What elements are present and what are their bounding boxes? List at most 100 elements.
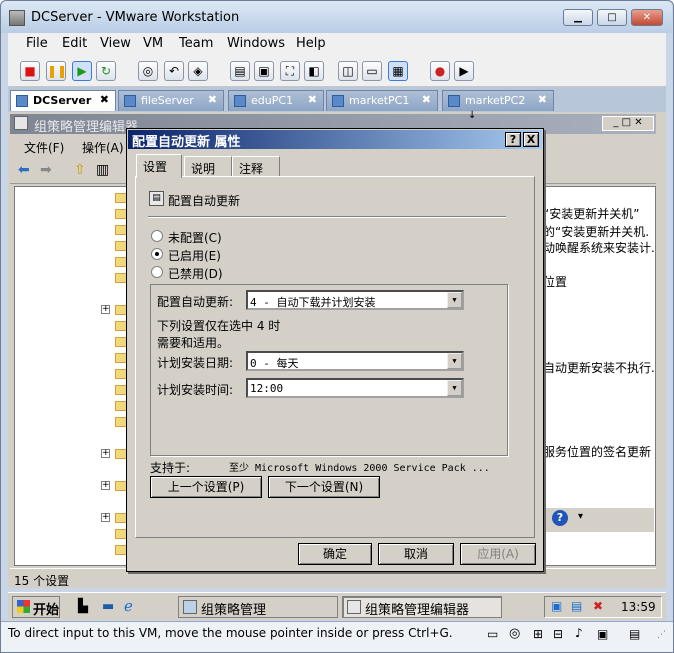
cancel-button[interactable]: 取消 [378, 543, 454, 565]
suspend-icon[interactable]: ❚❚ [46, 61, 67, 81]
taskbar-item-gpe[interactable]: 组策略管理编辑器 [342, 596, 502, 618]
menu-edit[interactable]: Edit [62, 36, 87, 51]
menu-windows[interactable]: Windows [227, 36, 285, 51]
clock[interactable]: 13:59 [621, 600, 656, 614]
tab-close-icon[interactable]: ✖ [208, 93, 217, 106]
unity-icon[interactable]: ◧ [304, 61, 324, 81]
cdrom-icon[interactable]: ◎ [509, 626, 520, 641]
menu-vm[interactable]: VM [143, 36, 163, 51]
record-icon[interactable]: ● [430, 61, 450, 81]
chevron-down-icon: ▼ [447, 292, 462, 308]
replay-icon[interactable]: ▶ [454, 61, 474, 81]
show-tree-icon[interactable]: ▥ [96, 162, 109, 178]
tab-marketpc1[interactable]: marketPC1 ✖ [326, 90, 438, 111]
summary-view-icon[interactable]: ▭ [362, 61, 382, 81]
install-day-dropdown[interactable]: 0 - 每天 ▼ [246, 351, 464, 371]
tab-dcserver[interactable]: DCServer ✖ [10, 90, 116, 111]
expand-icon[interactable]: + [101, 305, 110, 314]
hdd-icon[interactable]: ▭ [487, 627, 498, 641]
reset-icon[interactable]: ↻ [96, 61, 116, 81]
tab-close-icon[interactable]: ✖ [100, 93, 109, 106]
radio-label: 未配置(C) [168, 231, 222, 245]
previous-setting-button[interactable]: 上一个设置(P) [150, 476, 262, 498]
menu-help[interactable]: Help [296, 36, 326, 51]
power-on-icon[interactable]: ▶ [72, 61, 92, 81]
console-view-icon[interactable]: ◫ [338, 61, 358, 81]
network-icon[interactable]: ▣ [551, 599, 562, 613]
apply-button[interactable]: 应用(A) [460, 543, 536, 565]
chevron-down-icon[interactable]: ▾ [578, 511, 583, 522]
tab-label: 注释 [239, 162, 264, 176]
radio-disabled[interactable] [151, 266, 163, 278]
tab-description[interactable]: 说明 [184, 156, 232, 178]
tab-fileserver[interactable]: fileServer ✖ [118, 90, 224, 111]
volume-mute-icon[interactable]: ✖ [593, 599, 603, 613]
gpe-icon [347, 600, 361, 614]
gpe-window-buttons[interactable]: _ □ ✕ [602, 116, 654, 131]
tab-close-icon[interactable]: ✖ [422, 93, 431, 106]
tab-label: DCServer [33, 94, 92, 107]
dropdown-value: 0 - 每天 [250, 357, 299, 370]
setting-text: 位置 [543, 275, 568, 289]
usb-icon[interactable]: ⊟ [553, 627, 563, 641]
vm-view-icon[interactable]: ▦ [388, 61, 408, 81]
ie-icon[interactable]: ℯ [124, 597, 133, 615]
network-adapter-icon[interactable]: ⊞ [533, 627, 543, 641]
menu-view[interactable]: View [100, 36, 131, 51]
quick-switch-icon[interactable]: ▣ [254, 61, 274, 81]
install-time-dropdown[interactable]: 12:00 ▼ [246, 378, 464, 398]
revert-snapshot-icon[interactable]: ↶ [164, 61, 184, 81]
powershell-icon[interactable]: ▬ [102, 599, 114, 614]
tab-close-icon[interactable]: ✖ [308, 93, 317, 106]
dialog-help-button[interactable]: ? [505, 132, 521, 147]
show-sidebar-icon[interactable]: ▤ [230, 61, 250, 81]
setting-text: “安装更新并关机” [543, 207, 640, 221]
message-icon[interactable]: ▤ [629, 627, 640, 641]
monitor-icon[interactable]: ▤ [571, 599, 582, 613]
gpe-tree-pane[interactable]: + + + + [14, 186, 134, 566]
gpe-menu-action[interactable]: 操作(A) [82, 139, 124, 156]
maximize-button[interactable]: □ [597, 9, 627, 26]
fullscreen-icon[interactable]: ⛶ [280, 61, 300, 81]
taskbar-item-gpm[interactable]: 组策略管理 [178, 596, 338, 618]
install-day-label: 计划安装日期: [157, 356, 234, 370]
minimize-button[interactable]: ▁ [563, 9, 593, 26]
server-manager-icon[interactable]: ▙ [78, 599, 88, 614]
tab-close-icon[interactable]: ✖ [538, 93, 547, 106]
window-title: DCServer - VMware Workstation [31, 10, 240, 25]
expand-icon[interactable]: + [101, 449, 110, 458]
expand-icon[interactable]: + [101, 513, 110, 522]
tab-label: marketPC2 [465, 94, 526, 107]
gpe-menu-file[interactable]: 文件(F) [24, 139, 64, 156]
gpm-icon [183, 600, 197, 614]
up-folder-icon[interactable]: ⇧ [74, 162, 86, 178]
setting-text: 服务位置的签名更新 [543, 445, 652, 459]
menu-file[interactable]: File [26, 36, 48, 51]
radio-not-configured[interactable] [151, 230, 163, 242]
configure-dropdown[interactable]: 4 - 自动下载并计划安装 ▼ [246, 290, 464, 310]
resize-grip-icon[interactable]: ⋰ [657, 630, 666, 640]
dialog-close-button[interactable]: X [523, 132, 539, 147]
tab-settings[interactable]: 设置 [136, 154, 182, 178]
setting-text: 动唤醒系统来安装计. [543, 241, 655, 255]
ok-button[interactable]: 确定 [298, 543, 372, 565]
close-button[interactable]: ✕ [631, 9, 663, 26]
next-setting-button[interactable]: 下一个设置(N) [268, 476, 380, 498]
display-icon[interactable]: ▣ [597, 627, 608, 641]
tab-edupc1[interactable]: eduPC1 ✖ [228, 90, 324, 111]
expand-icon[interactable]: + [101, 481, 110, 490]
sound-icon[interactable]: ♪ [575, 626, 583, 640]
radio-enabled[interactable] [151, 248, 163, 260]
snapshot-manager-icon[interactable]: ◈ [188, 61, 208, 81]
start-button[interactable]: 开始 [12, 596, 60, 618]
snapshot-icon[interactable]: ◎ [138, 61, 158, 81]
forward-arrow-icon[interactable]: ➡ [40, 162, 52, 178]
dialog-titlebar: 配置自动更新 属性 [128, 130, 542, 150]
help-icon[interactable]: ? [552, 510, 568, 526]
back-arrow-icon[interactable]: ⬅ [18, 162, 30, 178]
tab-comment[interactable]: 注释 [232, 156, 280, 178]
tab-marketpc2[interactable]: marketPC2 ✖ [442, 90, 554, 111]
power-off-icon[interactable]: ■ [20, 61, 40, 81]
vm-icon [332, 95, 344, 107]
menu-team[interactable]: Team [179, 36, 213, 51]
